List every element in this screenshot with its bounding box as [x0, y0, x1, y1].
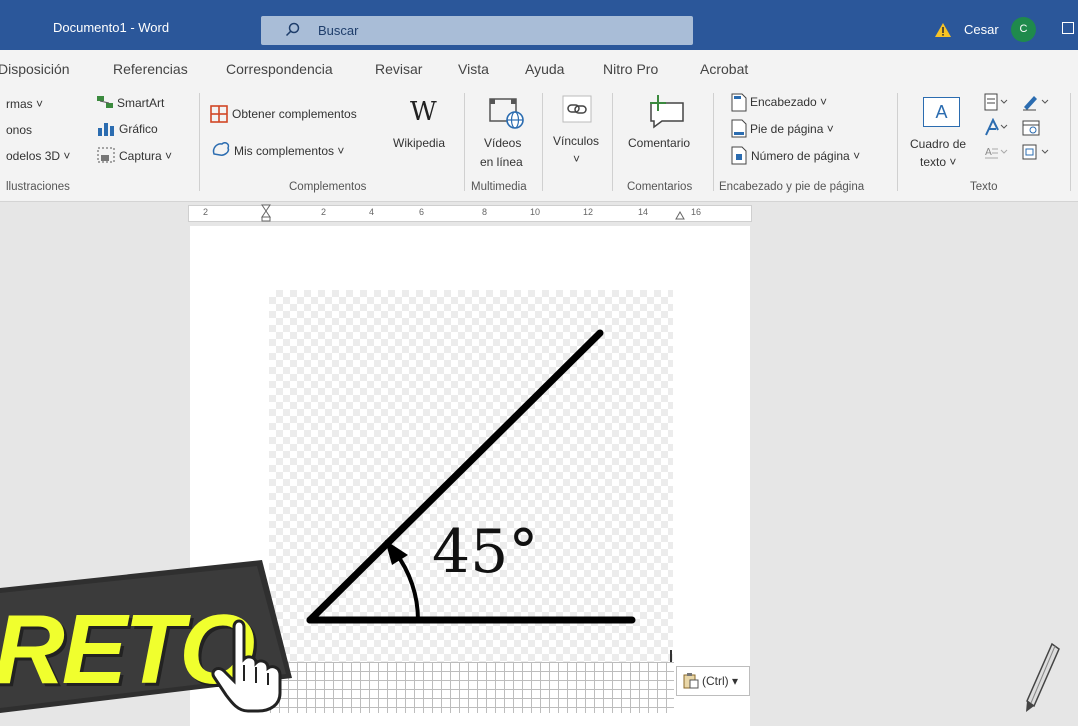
paste-options-label: (Ctrl) ▾ [702, 674, 739, 688]
hand-cursor-icon [211, 619, 282, 713]
paste-options-button[interactable]: (Ctrl) ▾ [676, 666, 750, 696]
arc-arrowhead [385, 540, 408, 565]
angle-label: 45° [432, 517, 539, 587]
pencil-icon [1026, 642, 1060, 712]
angle-arc [393, 550, 420, 621]
clipboard-icon [683, 673, 699, 689]
reto-logo: RETO [0, 560, 300, 713]
